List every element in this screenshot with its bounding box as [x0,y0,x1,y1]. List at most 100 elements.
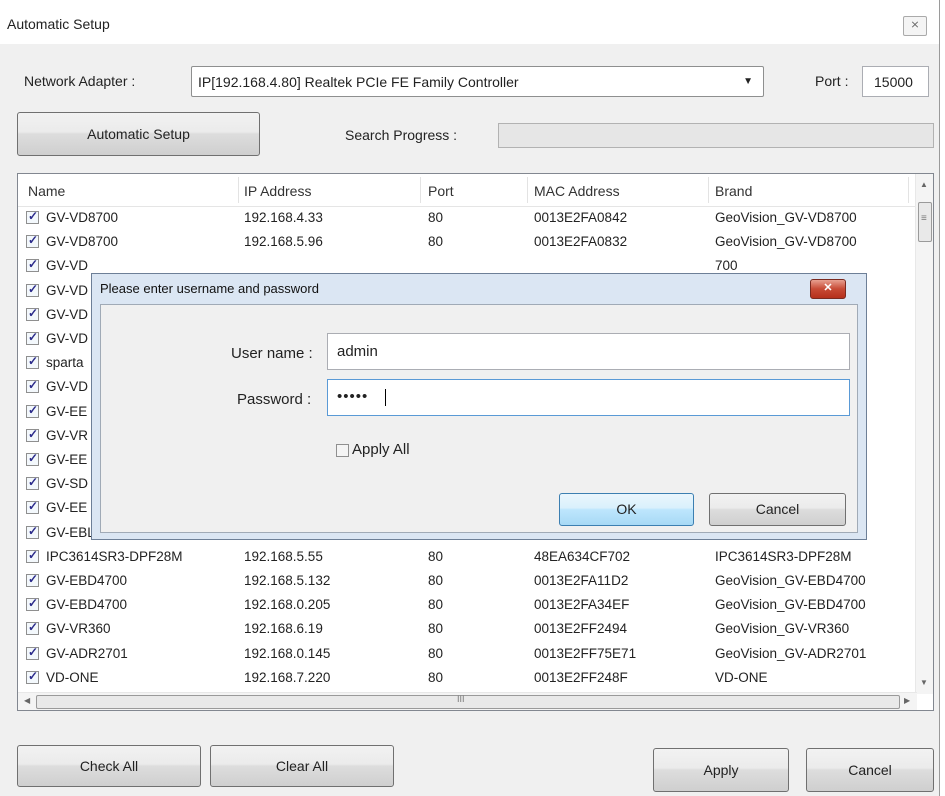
row-checkbox[interactable] [26,257,39,273]
row-checkbox[interactable] [26,306,39,321]
table-row[interactable]: GV-EBD4700 192.168.0.205 80 0013E2FA34EF Geo… [18,593,917,616]
grip-icon: III [457,694,465,704]
network-adapter-dropdown[interactable]: IP[192.168.4.80] Realtek PCIe FE Family … [191,66,764,97]
row-mac-address: 0013E2FA11D2 [534,573,629,588]
vertical-scroll-thumb[interactable]: ≡ [918,202,932,242]
dialog-cancel-button[interactable]: Cancel [709,493,846,526]
apply-all-checkbox[interactable] [336,444,349,457]
row-mac-address: 48EA634CF702 [534,548,631,564]
row-checkbox[interactable] [26,330,39,345]
row-name: IPC3614SR3-DPF28M [46,548,183,564]
apply-all-label[interactable]: Apply All [352,441,410,458]
column-port[interactable]: Port [428,183,454,199]
ok-button[interactable]: OK [559,493,694,526]
login-dialog: Please enter username and password ✕ Use… [91,273,867,540]
row-brand: GeoVision_GV-VD8700 [715,210,857,225]
row-checkbox[interactable] [26,475,39,491]
automatic-setup-window: Automatic Setup ⨯ Network Adapter : IP[1… [0,0,940,796]
scroll-up-icon[interactable]: ▲ [920,180,928,189]
cancel-button[interactable]: Cancel [806,748,934,792]
row-port: 80 [428,210,444,225]
network-adapter-label: Network Adapter : [24,73,136,89]
row-checkbox[interactable] [26,233,39,249]
row-checkbox[interactable] [26,282,39,297]
password-input[interactable]: ••••• [327,379,850,416]
column-divider [420,177,421,203]
table-row[interactable]: GV-VD8700 192.168.5.96 80 0013E2FA0832 GeoVi… [18,230,917,253]
row-name: GV-VD [46,306,89,322]
port-label: Port : [815,73,849,89]
row-checkbox[interactable] [26,596,39,612]
chevron-down-icon: ▼ [743,76,753,87]
row-mac-address: 0013E2FF75E71 [534,645,637,661]
scroll-right-icon[interactable]: ▶ [904,696,910,705]
row-ip-address: 192.168.4.33 [244,210,323,225]
row-checkbox[interactable] [26,572,39,587]
row-checkbox[interactable] [26,620,39,636]
column-name[interactable]: Name [28,183,65,199]
row-checkbox[interactable] [26,524,39,539]
column-brand[interactable]: Brand [715,183,752,199]
scroll-down-icon[interactable]: ▼ [920,678,928,687]
row-checkbox[interactable] [26,354,39,370]
horizontal-scroll-thumb[interactable]: III [36,694,900,709]
clear-all-button[interactable]: Clear All [210,745,394,787]
row-port: 80 [428,645,444,661]
row-checkbox[interactable] [26,499,39,515]
column-divider [908,177,909,203]
automatic-setup-button[interactable]: Automatic Setup [17,112,260,156]
text-cursor [385,389,386,406]
row-checkbox[interactable] [26,451,39,466]
row-mac-address: 0013E2FF2494 [534,621,628,637]
port-input[interactable]: 15000 [862,66,929,97]
apply-button[interactable]: Apply [653,748,789,792]
row-checkbox[interactable] [26,669,39,684]
column-ip-address[interactable]: IP Address [244,183,311,199]
scroll-left-icon[interactable]: ◀ [24,696,30,705]
column-divider [527,177,528,203]
table-row[interactable]: IPC3614SR3-DPF28M 192.168.5.55 80 48EA634CF… [18,545,917,568]
check-all-button[interactable]: Check All [17,745,201,787]
list-header: Name IP Address Port MAC Address Brand [18,174,917,207]
row-name: GV-EE [46,500,88,516]
table-row[interactable]: GV-VD8700 192.168.4.33 80 0013E2FA0842 GeoVi… [18,206,917,229]
row-name: GV-EE [46,403,88,419]
row-name: GV-EE [46,452,88,467]
close-icon[interactable]: ⨯ [903,16,927,36]
row-port: 80 [428,669,444,685]
table-row[interactable]: GV-VR360 192.168.6.19 80 0013E2FF2494 GeoVis… [18,617,917,640]
vertical-scrollbar[interactable]: ▲ ≡ ▼ [915,174,933,694]
row-name: GV-VD [46,258,89,274]
table-row[interactable]: VD-ONE 192.168.7.220 80 0013E2FF248F VD-ONE [18,666,917,689]
row-name: GV-VD8700 [46,234,119,250]
horizontal-scrollbar[interactable]: ◀ III ▶ [18,692,917,710]
title-bar: Automatic Setup ⨯ [0,0,939,44]
column-divider [708,177,709,203]
row-name: VD-ONE [46,669,99,685]
row-checkbox[interactable] [26,427,39,442]
username-input[interactable]: admin [327,333,850,370]
password-label: Password : [237,391,312,408]
port-value: 15000 [874,74,913,90]
row-name: GV-VD8700 [46,210,119,225]
table-row[interactable]: GV-EBD4700 192.168.5.132 80 0013E2FA11D2 Geo… [18,569,917,592]
network-adapter-value: IP[192.168.4.80] Realtek PCIe FE Family … [198,74,519,90]
row-checkbox[interactable] [26,209,39,224]
table-row[interactable]: GV-ADR2701 192.168.0.145 80 0013E2FF75E71 Ge… [18,642,917,665]
row-checkbox[interactable] [26,548,39,563]
row-mac-address: 0013E2FF248F [534,669,628,685]
column-mac-address[interactable]: MAC Address [534,183,620,199]
row-port: 80 [428,621,444,637]
row-ip-address: 192.168.7.220 [244,669,331,685]
row-port: 80 [428,597,444,613]
row-port: 80 [428,234,444,250]
row-brand: GeoVision_GV-VD8700 [715,234,857,250]
password-value: ••••• [337,388,369,405]
username-label: User name : [231,345,313,362]
username-value: admin [337,343,378,360]
row-checkbox[interactable] [26,378,39,394]
row-name: GV-VR360 [46,621,111,637]
close-icon[interactable]: ✕ [810,279,846,299]
row-checkbox[interactable] [26,403,39,418]
row-checkbox[interactable] [26,645,39,660]
